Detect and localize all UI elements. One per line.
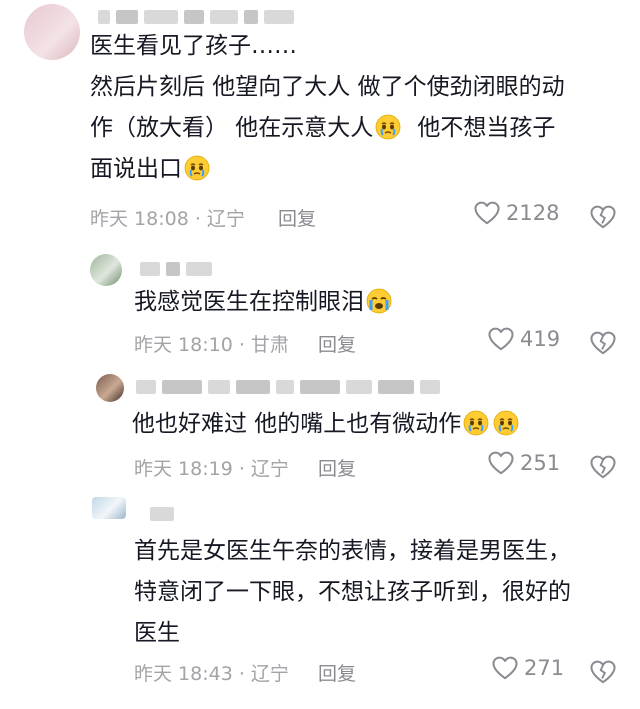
reply-button[interactable]: 回复 [278,204,316,231]
comment-timestamp-location: 昨天 18:10 · 甘肃 [134,334,289,356]
like-count: 419 [520,327,561,351]
comment-text: 医生看见了孩子…… 然后片刻后 他望向了大人 做了个使劲闭眼的动 作（放大看） … [90,26,620,190]
avatar[interactable] [24,4,80,60]
comment-4: 首先是女医生午奈的表情，接着是男医生， 特意闭了一下眼，不想让孩子听到，很好的 … [0,485,640,709]
like-button[interactable]: 271 [492,656,564,680]
comment-timestamp-location: 昨天 18:08 · 辽宁 [90,208,245,230]
comment-line-part: 面说出口 [90,156,182,182]
crying-face-emoji [463,410,489,436]
reply-button[interactable]: 回复 [318,330,356,357]
like-button[interactable]: 419 [488,327,560,351]
reply-button[interactable]: 回复 [318,659,356,686]
comment-line: 然后片刻后 他望向了大人 做了个使劲闭眼的动 [90,74,565,100]
heart-icon [492,656,518,680]
broken-heart-icon[interactable] [590,205,616,229]
comment-line-part: 他不想当孩子 [417,115,556,141]
username-blurred[interactable] [150,507,174,521]
heart-icon [474,201,500,225]
avatar[interactable] [92,497,126,519]
username-blurred[interactable] [136,380,440,394]
broken-heart-icon[interactable] [590,331,616,355]
username-blurred[interactable] [98,10,294,24]
comment-line: 首先是女医生午奈的表情，接着是男医生， [134,538,571,564]
comment-1: 医生看见了孩子…… 然后片刻后 他望向了大人 做了个使劲闭眼的动 作（放大看） … [0,0,640,240]
comment-line: 医生 [134,620,180,646]
crying-face-emoji [375,114,401,140]
like-count: 2128 [506,201,560,225]
heart-icon [488,451,514,475]
comment-line-part: 作（放大看） 他在示意大人 [90,115,374,141]
comment-2: 我感觉医生在控制眼泪 昨天 18:10 · 甘肃 回复 419 [0,240,640,360]
comment-line-part: 他也好难过 他的嘴上也有微动作 [132,411,462,437]
comment-line-part: 我感觉医生在控制眼泪 [134,289,364,315]
heart-icon [488,327,514,351]
comment-line: 作（放大看） 他在示意大人 他不想当孩子 [90,108,620,149]
broken-heart-icon[interactable] [590,455,616,479]
comment-text: 我感觉医生在控制眼泪 [134,282,614,323]
comment-text: 首先是女医生午奈的表情，接着是男医生， 特意闭了一下眼，不想让孩子听到，很好的 … [134,531,624,654]
loudly-crying-emoji [366,288,392,314]
comment-3: 他也好难过 他的嘴上也有微动作 昨天 18:19 · 辽宁 回复 251 [0,360,640,485]
avatar[interactable] [96,374,124,402]
crying-face-emoji [184,155,210,181]
comment-line: 特意闭了一下眼，不想让孩子听到，很好的 [134,579,571,605]
username-blurred[interactable] [140,262,212,276]
comment-timestamp-location: 昨天 18:43 · 辽宁 [134,663,289,685]
like-count: 251 [520,451,561,475]
avatar[interactable] [90,254,122,286]
comment-line: 医生看见了孩子…… [90,33,297,59]
like-button[interactable]: 251 [488,451,560,475]
like-button[interactable]: 2128 [474,201,559,225]
comment-timestamp-location: 昨天 18:19 · 辽宁 [134,458,289,480]
broken-heart-icon[interactable] [590,660,616,684]
comment-text: 他也好难过 他的嘴上也有微动作 [132,404,612,445]
like-count: 271 [524,656,565,680]
reply-button[interactable]: 回复 [318,454,356,481]
comment-line: 面说出口 [90,149,620,190]
crying-face-emoji [493,410,519,436]
